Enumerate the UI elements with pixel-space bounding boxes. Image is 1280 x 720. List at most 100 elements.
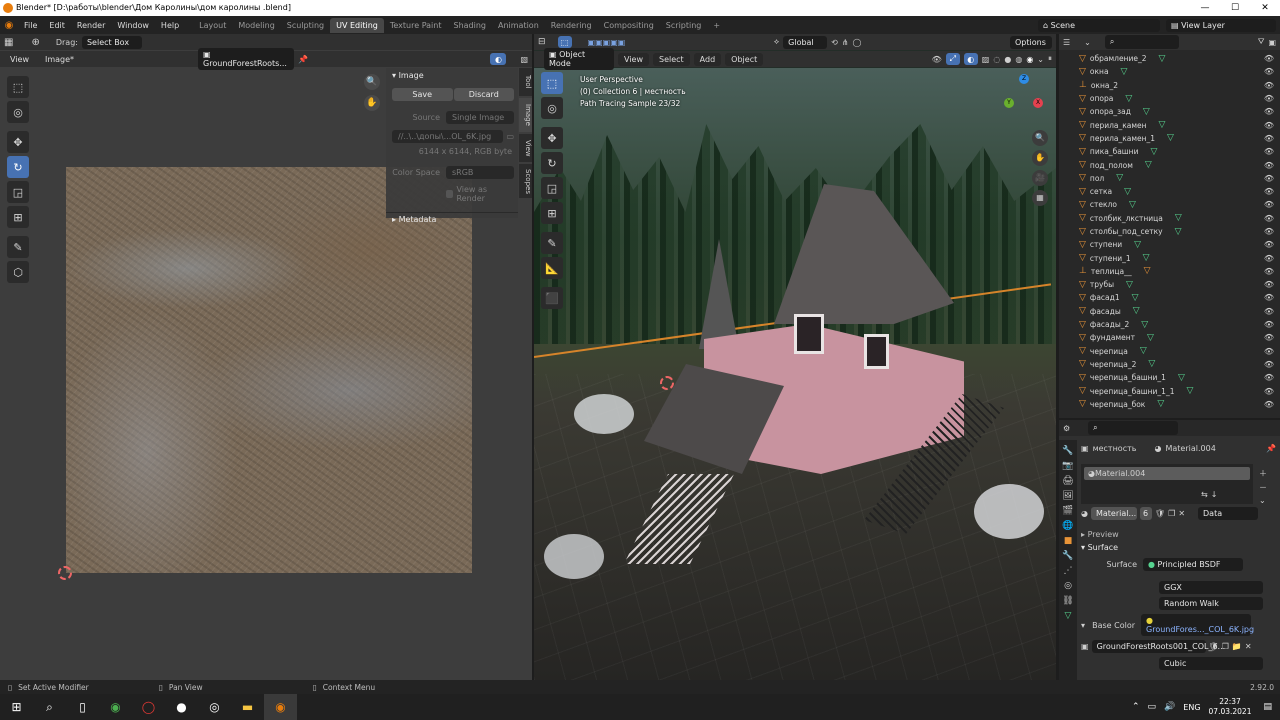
file-icon[interactable]: ▯: [66, 694, 99, 720]
tab-scopes[interactable]: Scopes: [519, 164, 532, 198]
clock[interactable]: 22:37 07.03.2021: [1209, 697, 1252, 717]
list-item[interactable]: ▽ окна ▽ 👁: [1059, 65, 1280, 78]
eye-icon[interactable]: 👁: [1264, 333, 1274, 342]
move-icon[interactable]: ✥: [541, 127, 563, 149]
duplicate-icon[interactable]: ❐: [1168, 509, 1175, 518]
unlink-icon[interactable]: ✕: [1178, 509, 1185, 518]
properties-editor[interactable]: ⚙ ⌕ 🔧 📷 🖨 🖼 🎬 🌐 ■ 🔧 ⋰ ◎ ⛓ ▽ ▣ местность …: [1059, 420, 1280, 680]
list-item[interactable]: ▽ трубы ▽ 👁: [1059, 278, 1280, 291]
eye-icon[interactable]: 👁: [1264, 134, 1274, 143]
outliner[interactable]: ☰ ⌄ ⌕ ⛛ ▣ ▽ обрамление_2 ▽ 👁 ▽ окна ▽ 👁 ⊥ окна_…: [1059, 34, 1280, 418]
tab-sculpting[interactable]: Sculpting: [281, 18, 330, 33]
network-icon[interactable]: ▭: [1148, 702, 1157, 712]
new-collection-icon[interactable]: ▣: [1268, 38, 1276, 47]
menu-help[interactable]: Help: [155, 21, 185, 30]
eye-icon[interactable]: 👁: [1264, 121, 1274, 130]
pause-render-icon[interactable]: ⏸: [1048, 54, 1052, 64]
shading-rendered-icon[interactable]: ◉: [1026, 55, 1033, 64]
pin-icon[interactable]: 📌: [1266, 444, 1276, 453]
gizmo-y-axis[interactable]: Y: [1004, 98, 1014, 108]
gizmo-toggle-icon[interactable]: ⤢: [945, 53, 960, 65]
eye-icon[interactable]: 👁: [1264, 147, 1274, 156]
preview-panel-header[interactable]: ▸ Preview: [1081, 528, 1276, 541]
transform-icon[interactable]: ⊞: [7, 206, 29, 228]
image-panel-header[interactable]: ▾ Image: [386, 68, 518, 82]
tab-texture-paint[interactable]: Texture Paint: [384, 18, 448, 33]
list-item[interactable]: ▽ столбы_под_сетку ▽ 👁: [1059, 225, 1280, 238]
camera-icon[interactable]: 🎥: [1032, 170, 1048, 186]
tray-up-icon[interactable]: ⌃: [1132, 702, 1140, 712]
outliner-search-input[interactable]: ⌕: [1104, 35, 1179, 49]
menu-file[interactable]: File: [18, 21, 43, 30]
view-layer-selector[interactable]: ▤ View Layer: [1166, 18, 1276, 32]
view-as-render-checkbox[interactable]: [446, 190, 454, 198]
list-item[interactable]: ⊥ теплица__ ▽ 👁: [1059, 265, 1280, 278]
eye-icon[interactable]: 👁: [1264, 400, 1274, 409]
eye-icon[interactable]: 👁: [1264, 94, 1274, 103]
language-indicator[interactable]: ENG: [1183, 703, 1200, 712]
output-tab-icon[interactable]: 🖨: [1061, 476, 1075, 486]
list-item[interactable]: ▽ черепица ▽ 👁: [1059, 345, 1280, 358]
options-menu[interactable]: Options: [1010, 35, 1052, 49]
tab-uv-editing[interactable]: UV Editing: [330, 17, 384, 33]
slot-menu-icon[interactable]: ⌄: [1259, 496, 1267, 505]
link-select[interactable]: Data: [1198, 507, 1259, 520]
filepath-field[interactable]: //..\..\допы\...OL_6K.jpg: [392, 130, 504, 143]
menu-window[interactable]: Window: [111, 21, 155, 30]
menu-render[interactable]: Render: [71, 21, 111, 30]
gizmo-x-axis[interactable]: X: [1033, 98, 1043, 108]
rotate-icon[interactable]: ↻: [541, 152, 563, 174]
list-item[interactable]: ▽ под_полом ▽ 👁: [1059, 158, 1280, 171]
search-icon[interactable]: ⌕: [33, 694, 66, 720]
grab-icon[interactable]: ⬡: [7, 261, 29, 283]
eye-icon[interactable]: 👁: [1264, 347, 1274, 356]
transform-icon[interactable]: ⊞: [541, 202, 563, 224]
eye-icon[interactable]: 👁: [1264, 320, 1274, 329]
pin-icon[interactable]: 📌: [298, 55, 308, 64]
scale-icon[interactable]: ◲: [7, 181, 29, 203]
cursor-icon[interactable]: ◎: [7, 101, 29, 123]
unlink-icon[interactable]: ✕: [1245, 642, 1252, 651]
color-space-select[interactable]: sRGB: [446, 166, 514, 179]
list-item[interactable]: ▽ обрамление_2 ▽ 👁: [1059, 52, 1280, 65]
eye-icon[interactable]: 👁: [1264, 280, 1274, 289]
list-item[interactable]: ▽ опора_зад ▽ 👁: [1059, 105, 1280, 118]
eye-icon[interactable]: 👁: [1264, 187, 1274, 196]
list-item[interactable]: ▽ столбик_лкстница ▽ 👁: [1059, 212, 1280, 225]
eye-icon[interactable]: 👁: [1264, 387, 1274, 396]
shading-options-icon[interactable]: ⌄: [1037, 55, 1044, 64]
save-button[interactable]: Save: [392, 88, 453, 101]
editor-type-icon[interactable]: ☰: [1063, 38, 1070, 47]
eye-icon[interactable]: 👁: [1264, 161, 1274, 170]
object-tab-icon[interactable]: ■: [1061, 536, 1075, 546]
eye-icon[interactable]: 👁: [1264, 200, 1274, 209]
tab-scripting[interactable]: Scripting: [660, 18, 708, 33]
open-file-icon[interactable]: 📁: [1232, 642, 1242, 651]
select-mode-icon[interactable]: ⬚: [557, 36, 572, 48]
list-item[interactable]: ▽ ступени ▽ 👁: [1059, 238, 1280, 251]
tab-layout[interactable]: Layout: [193, 18, 232, 33]
opera-icon[interactable]: ◯: [132, 694, 165, 720]
add-slot-icon[interactable]: ＋: [1259, 468, 1267, 479]
tab-tool[interactable]: Tool: [519, 68, 532, 96]
texture-image-field[interactable]: GroundForestRoots001_COL_6...: [1091, 640, 1225, 653]
gizmo-z-axis[interactable]: Z: [1019, 74, 1029, 84]
windows-start-icon[interactable]: ⊞: [0, 694, 33, 720]
rotate-icon[interactable]: ↻: [7, 156, 29, 178]
eye-icon[interactable]: 👁: [1264, 54, 1274, 63]
editor-type-icon[interactable]: ⊟: [538, 37, 546, 47]
base-color-input[interactable]: ● GroundFores..._COL_6K.jpg: [1141, 614, 1254, 636]
eye-icon[interactable]: 👁: [1264, 373, 1274, 382]
volume-icon[interactable]: 🔊: [1164, 702, 1175, 712]
obs-icon[interactable]: ◎: [198, 694, 231, 720]
tab-shading[interactable]: Shading: [447, 18, 492, 33]
subsurface-method-select[interactable]: Random Walk: [1159, 597, 1263, 610]
eye-icon[interactable]: 👁: [1264, 254, 1274, 263]
editor-type-icon[interactable]: ▦: [4, 37, 13, 48]
eye-icon[interactable]: 👁: [1264, 307, 1274, 316]
shading-wireframe-icon[interactable]: ◌: [993, 55, 1000, 64]
eye-icon[interactable]: 👁: [1264, 267, 1274, 276]
overlay-icon[interactable]: ◐: [490, 53, 507, 65]
surface-panel-header[interactable]: ▾ Surface: [1081, 541, 1276, 554]
eye-icon[interactable]: 👁: [1264, 227, 1274, 236]
